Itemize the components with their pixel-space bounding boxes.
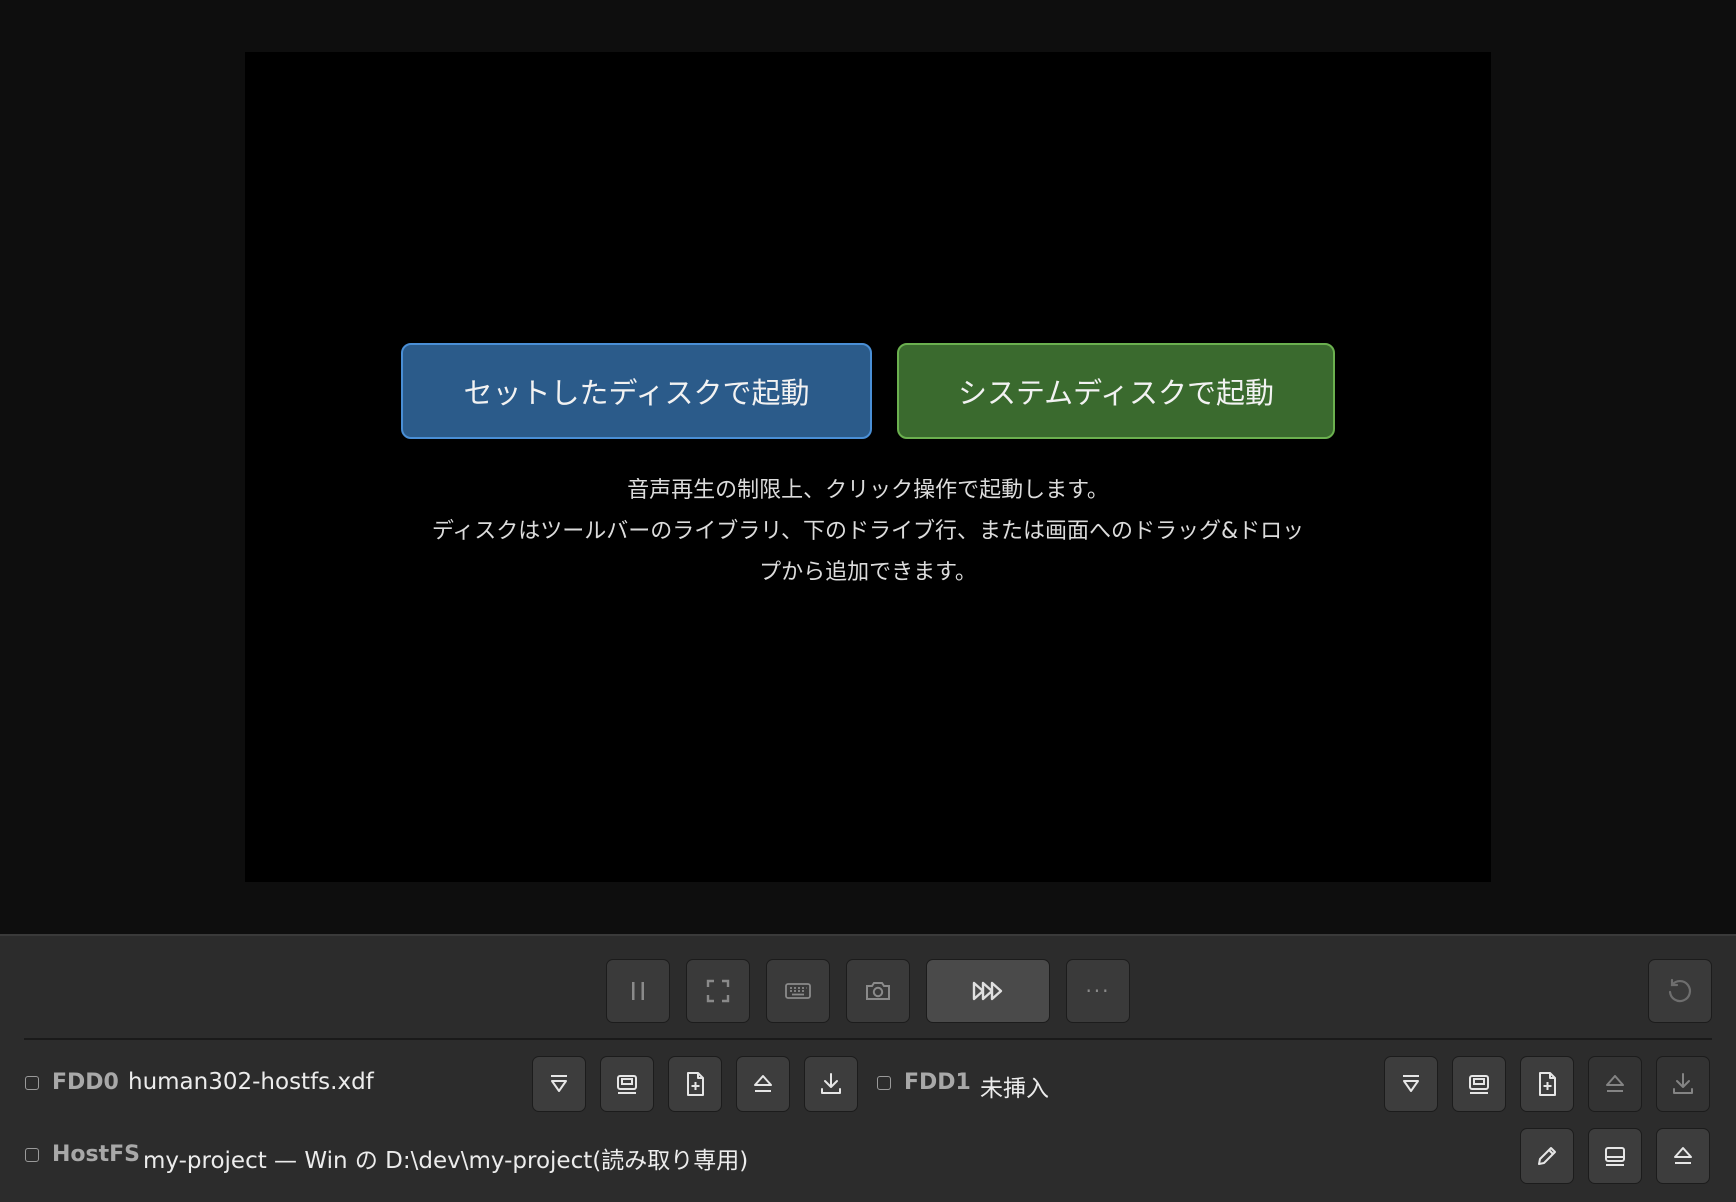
eject-icon: [754, 1075, 772, 1092]
fdd0-system-disk-button[interactable]: [600, 1056, 654, 1112]
pause-button[interactable]: [606, 959, 670, 1023]
control-panel: ··· FDD0 human302-hostfs.xdf FDD1 未挿入 Ho…: [0, 934, 1736, 1202]
fdd0-checkbox[interactable]: [25, 1076, 39, 1090]
disk-drive-icon: [617, 1075, 637, 1094]
reset-button[interactable]: [1648, 959, 1712, 1023]
fullscreen-icon: [706, 979, 730, 1003]
fullscreen-button[interactable]: [686, 959, 750, 1023]
file-add-icon: [1539, 1072, 1556, 1096]
more-button[interactable]: ···: [1066, 959, 1130, 1023]
screenshot-button[interactable]: [846, 959, 910, 1023]
fast-forward-icon: [972, 981, 1003, 1001]
eject-icon: [1674, 1147, 1692, 1164]
disk-drive-icon: [1469, 1075, 1489, 1094]
fdd0-library-button[interactable]: [532, 1056, 586, 1112]
fdd1-system-disk-button[interactable]: [1452, 1056, 1506, 1112]
folder-drive-icon: [1605, 1147, 1625, 1166]
fdd0-eject-button[interactable]: [736, 1056, 790, 1112]
insert-disk-icon: [551, 1075, 567, 1092]
hostfs-eject-button[interactable]: [1656, 1128, 1710, 1184]
fdd0-new-disk-button[interactable]: [668, 1056, 722, 1112]
hint-line-3: プから追加できます。: [759, 560, 977, 585]
hostfs-edit-button[interactable]: [1520, 1128, 1574, 1184]
fast-forward-button[interactable]: [926, 959, 1050, 1023]
keyboard-button[interactable]: [766, 959, 830, 1023]
boot-buttons: セットしたディスクで起動 システムディスクで起動: [401, 343, 1335, 439]
emulator-screen[interactable]: セットしたディスクで起動 システムディスクで起動 音声再生の制限上、クリック操作…: [245, 52, 1491, 882]
fdd1-eject-button[interactable]: [1588, 1056, 1642, 1112]
toolbar-divider: [24, 1038, 1712, 1040]
file-add-icon: [687, 1072, 704, 1096]
fdd1-label: FDD1: [904, 1070, 971, 1095]
more-icon: ···: [1085, 979, 1111, 1003]
fdd1-download-button[interactable]: [1656, 1056, 1710, 1112]
hostfs-mount-button[interactable]: [1588, 1128, 1642, 1184]
insert-disk-icon: [1403, 1075, 1419, 1092]
pause-icon: [632, 982, 644, 1000]
eject-icon: [1606, 1075, 1624, 1092]
hostfs-path: my-project — Win の D:\dev\my-project(読み取…: [143, 1148, 749, 1174]
pencil-icon: [1538, 1147, 1556, 1165]
reset-icon: [1668, 978, 1692, 1003]
fdd1-checkbox[interactable]: [877, 1076, 891, 1090]
hostfs-checkbox[interactable]: [25, 1148, 39, 1162]
fdd0-disk-name: human302-hostfs.xdf: [128, 1069, 374, 1095]
hostfs-label: HostFS: [52, 1142, 141, 1167]
download-icon: [1673, 1073, 1693, 1094]
keyboard-icon: [785, 983, 811, 999]
hint-line-1: 音声再生の制限上、クリック操作で起動します。: [627, 478, 1109, 503]
download-icon: [821, 1073, 841, 1094]
camera-icon: [866, 982, 890, 1000]
fdd1-library-button[interactable]: [1384, 1056, 1438, 1112]
fdd1-new-disk-button[interactable]: [1520, 1056, 1574, 1112]
fdd0-label: FDD0: [52, 1070, 119, 1095]
boot-system-disk-button[interactable]: システムディスクで起動: [897, 343, 1335, 439]
hint-line-2: ディスクはツールバーのライブラリ、下のドライブ行、または画面へのドラッグ&ドロッ: [431, 519, 1305, 544]
emulator-app: セットしたディスクで起動 システムディスクで起動 音声再生の制限上、クリック操作…: [0, 0, 1736, 1202]
fdd1-disk-name: 未挿入: [980, 1076, 1049, 1102]
fdd0-download-button[interactable]: [804, 1056, 858, 1112]
boot-set-disk-button[interactable]: セットしたディスクで起動: [401, 343, 872, 439]
boot-hint: 音声再生の制限上、クリック操作で起動します。 ディスクはツールバーのライブラリ、…: [375, 470, 1361, 593]
